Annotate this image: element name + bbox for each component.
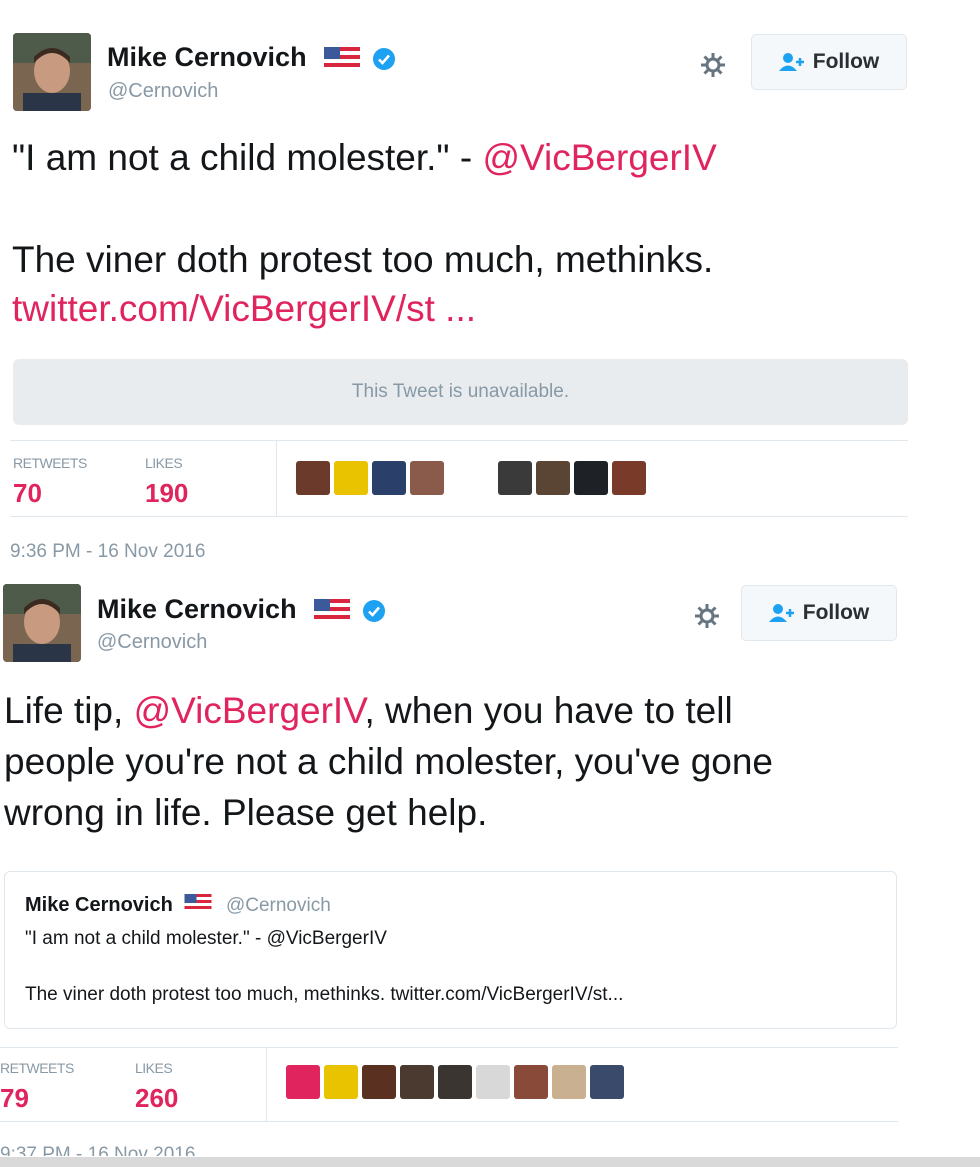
liker-avatar[interactable]	[498, 461, 532, 495]
mention-link[interactable]: @VicBergerIV	[482, 137, 716, 178]
us-flag-icon	[324, 46, 361, 71]
us-flag-icon	[314, 598, 351, 623]
tweet-url-link[interactable]: twitter.com/VicBergerIV/st ...	[12, 283, 892, 334]
text-line: people you're not a child molester, you'…	[4, 741, 774, 782]
divider	[266, 1047, 267, 1121]
liker-avatars	[296, 461, 646, 495]
quoted-author-handle: @Cernovich	[225, 895, 331, 916]
retweets-count[interactable]: 70	[13, 478, 42, 509]
text-segment: "I am not a child molester." -	[12, 137, 483, 178]
liker-avatar[interactable]	[410, 461, 444, 495]
author-handle[interactable]: @Cernovich	[108, 80, 218, 103]
follow-label: Follow	[812, 50, 880, 73]
text-line: The viner doth protest too much, methink…	[12, 239, 714, 280]
liker-avatar[interactable]	[590, 1065, 624, 1099]
quoted-author-name: Mike Cernovich	[25, 894, 173, 916]
quoted-text-line: "I am not a child molester." - @VicBerge…	[25, 928, 387, 949]
liker-avatar[interactable]	[438, 1065, 472, 1099]
follow-label: Follow	[802, 601, 870, 624]
timestamp[interactable]: 9:36 PM - 16 Nov 2016	[10, 541, 205, 563]
add-user-icon	[778, 53, 804, 71]
liker-avatar[interactable]	[400, 1065, 434, 1099]
tweet-text: "I am not a child molester." - @VicBerge…	[12, 132, 892, 334]
timestamp[interactable]: 9:37 PM - 16 Nov 2016	[0, 1144, 195, 1156]
retweets-label[interactable]: RETWEETS	[13, 455, 87, 471]
text-line: wrong in life. Please get help.	[4, 792, 488, 833]
liker-avatar[interactable]	[334, 461, 368, 495]
likes-label[interactable]: LIKES	[135, 1060, 173, 1076]
liker-avatar[interactable]	[476, 1065, 510, 1099]
likes-count[interactable]: 260	[135, 1083, 178, 1114]
quoted-text-line: The viner doth protest too much, methink…	[25, 984, 624, 1005]
quoted-tweet[interactable]: Mike Cernovich @Cernovich "I am not a ch…	[4, 871, 897, 1029]
verified-badge-icon	[362, 599, 385, 622]
author-handle[interactable]: @Cernovich	[97, 631, 207, 654]
author-name[interactable]: Mike Cernovich	[107, 42, 396, 73]
likes-count[interactable]: 190	[145, 478, 188, 509]
divider	[276, 440, 277, 516]
follow-button[interactable]: Follow	[751, 34, 907, 90]
author-name[interactable]: Mike Cernovich	[97, 594, 386, 625]
liker-avatar[interactable]	[574, 461, 608, 495]
divider	[10, 440, 908, 441]
gear-icon[interactable]	[692, 601, 722, 631]
liker-avatar[interactable]	[536, 461, 570, 495]
likes-label[interactable]: LIKES	[145, 455, 183, 471]
retweets-count[interactable]: 79	[0, 1083, 29, 1114]
liker-avatar[interactable]	[296, 461, 330, 495]
liker-avatar[interactable]	[324, 1065, 358, 1099]
liker-avatar[interactable]	[552, 1065, 586, 1099]
window-bottom-edge	[0, 1157, 980, 1167]
tweet-text: Life tip, @VicBergerIV, when you have to…	[4, 685, 904, 838]
quoted-author: Mike Cernovich @Cernovich	[25, 894, 331, 917]
liker-avatar[interactable]	[612, 461, 646, 495]
avatar[interactable]	[3, 584, 81, 662]
author-name-text[interactable]: Mike Cernovich	[107, 42, 307, 72]
mention-link[interactable]: @VicBergerIV	[134, 690, 365, 731]
liker-avatar[interactable]	[514, 1065, 548, 1099]
retweets-label[interactable]: RETWEETS	[0, 1060, 74, 1076]
liker-avatar[interactable]	[362, 1065, 396, 1099]
gear-icon[interactable]	[698, 50, 728, 80]
liker-avatar[interactable]	[286, 1065, 320, 1099]
liker-avatar[interactable]	[372, 461, 406, 495]
text-segment: , when you have to tell	[364, 690, 733, 731]
us-flag-icon	[184, 894, 212, 912]
liker-avatars	[286, 1065, 624, 1099]
divider	[10, 516, 908, 517]
add-user-icon	[768, 604, 794, 622]
divider	[0, 1047, 898, 1048]
verified-badge-icon	[372, 47, 395, 70]
text-segment: Life tip,	[4, 690, 134, 731]
follow-button[interactable]: Follow	[741, 585, 897, 641]
avatar[interactable]	[13, 33, 91, 111]
unavailable-tweet-card: This Tweet is unavailable.	[13, 359, 908, 425]
author-name-text[interactable]: Mike Cernovich	[97, 594, 297, 624]
divider	[0, 1121, 898, 1122]
